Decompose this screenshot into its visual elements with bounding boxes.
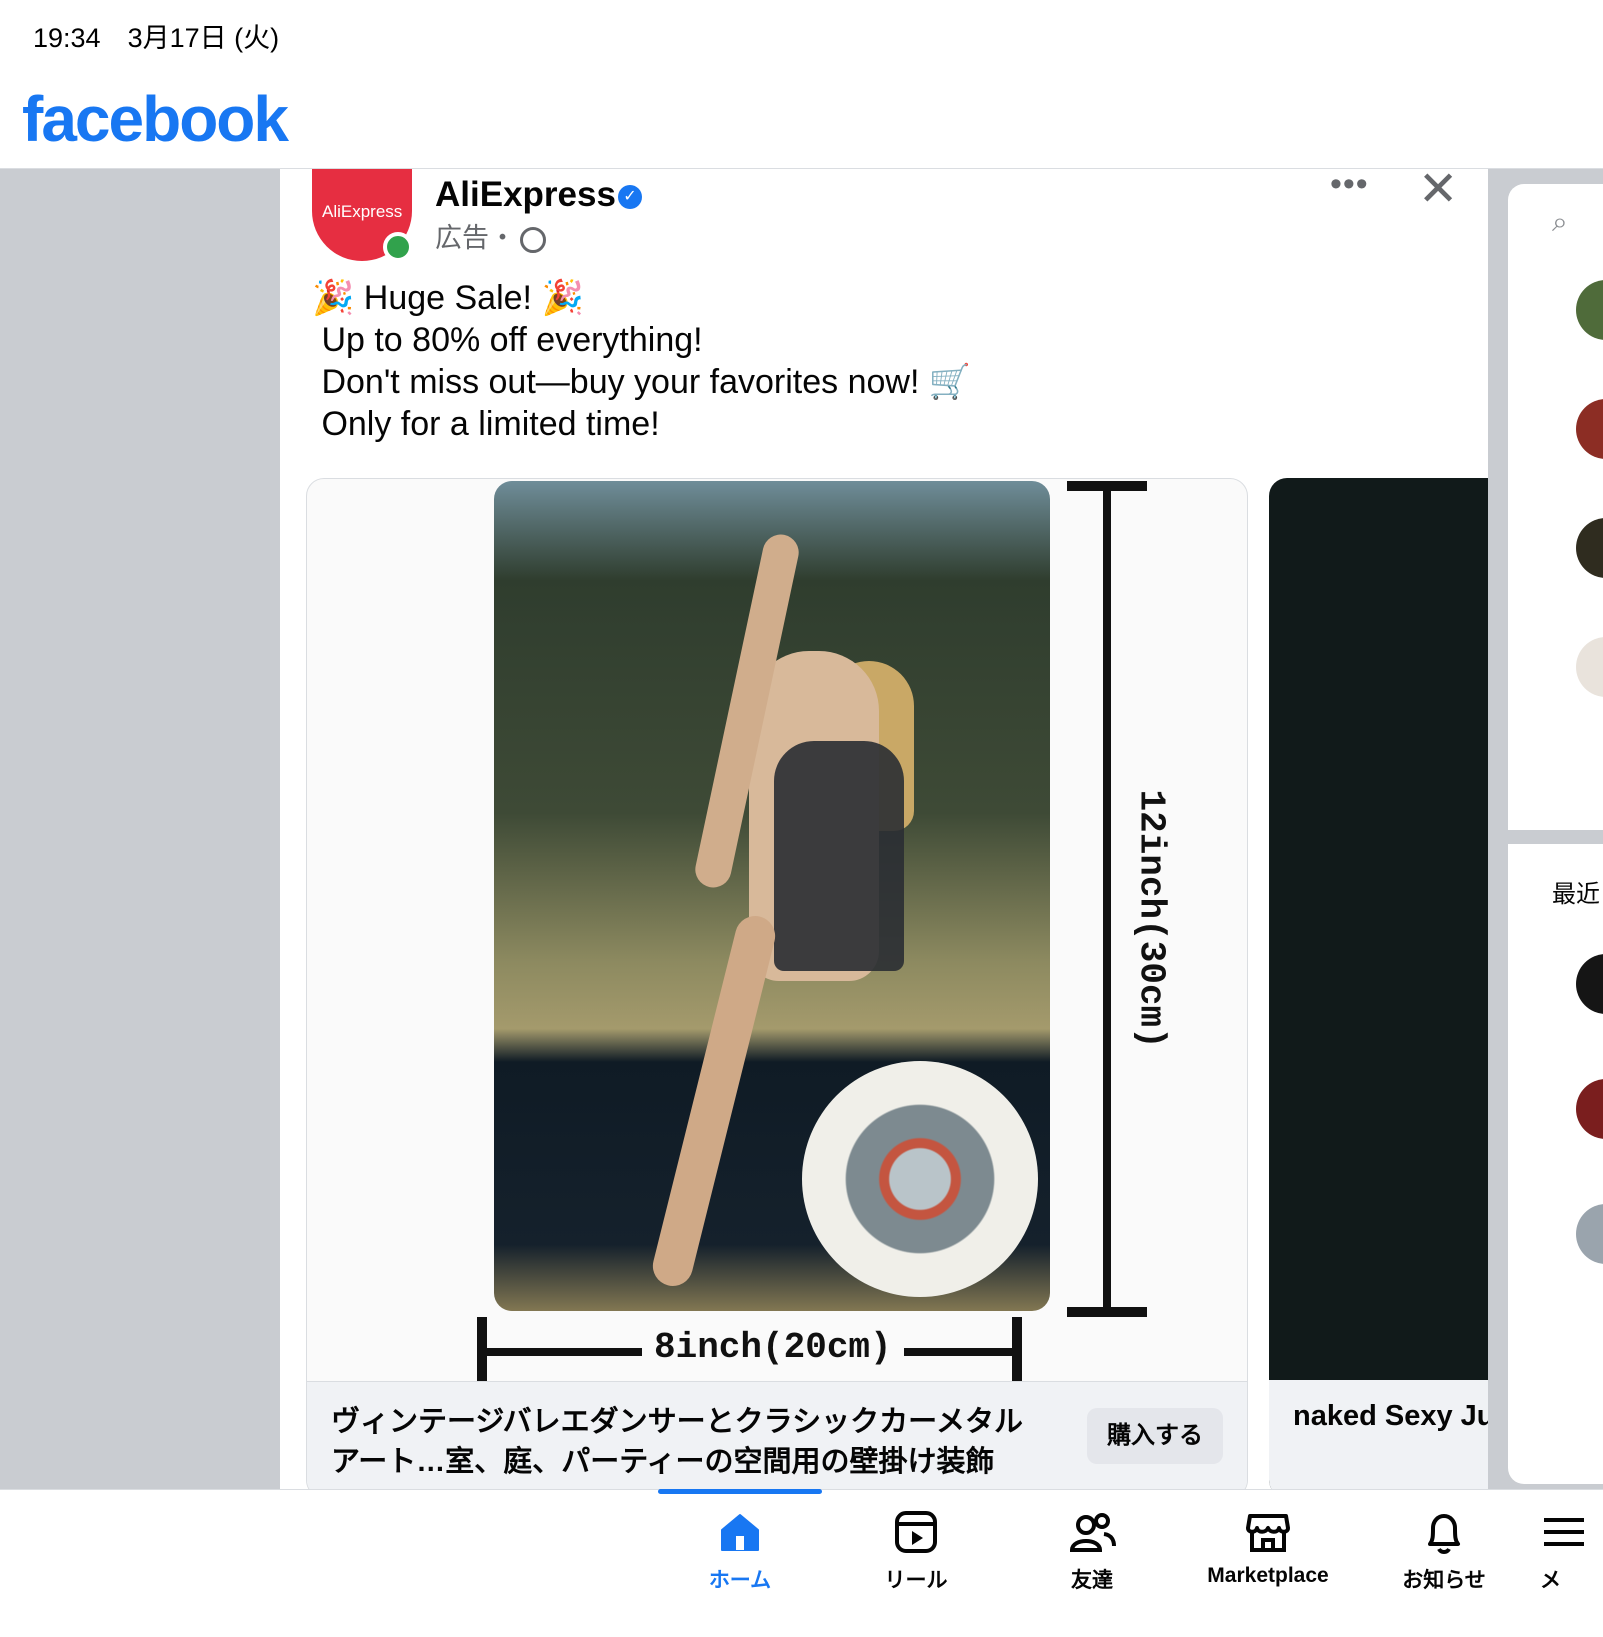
photo-car-wheel — [802, 1061, 1038, 1297]
online-indicator — [383, 232, 413, 262]
buy-button[interactable]: 購入する — [1087, 1408, 1223, 1464]
dimension-cap — [1012, 1317, 1022, 1389]
height-label: 12inch(30cm) — [1130, 789, 1172, 1049]
ad-post: AliExpress AliExpress ✓ 広告・ ••• ✕ 🎉 Huge… — [280, 169, 1488, 1489]
avatar[interactable] — [1576, 280, 1603, 340]
nav-notifications[interactable]: お知らせ — [1364, 1508, 1524, 1594]
post-text: 🎉 Huge Sale! 🎉 Up to 80% off everything!… — [312, 279, 972, 443]
card-caption-area: ヴィンテージバレエダンサーとクラシックカーメタルアート…室、庭、パーティーの空間… — [307, 1381, 1247, 1489]
avatar-logo-text: AliExpress — [322, 202, 403, 221]
verified-badge-icon: ✓ — [618, 185, 642, 209]
nav-menu[interactable]: メ — [1540, 1508, 1603, 1594]
dimension-cap — [1067, 1307, 1147, 1317]
avatar[interactable] — [1576, 1079, 1603, 1139]
avatar[interactable] — [1576, 399, 1603, 459]
height-dimension-line — [1103, 489, 1111, 1309]
nav-friends[interactable]: 友達 — [1012, 1508, 1172, 1594]
recent-label: 最近 — [1552, 881, 1600, 908]
width-label: 8inch(20cm) — [642, 1327, 904, 1368]
avatar[interactable] — [1576, 518, 1603, 578]
product-photo[interactable] — [494, 481, 1050, 1311]
nav-home[interactable]: ホーム — [660, 1508, 820, 1594]
nav-label: リール — [884, 1569, 948, 1592]
marketplace-icon — [1246, 1514, 1290, 1552]
facebook-logo[interactable]: facebook — [22, 82, 289, 156]
product-title[interactable]: ヴィンテージバレエダンサーとクラシックカーメタルアート…室、庭、パーティーの空間… — [331, 1402, 1051, 1482]
menu-icon — [1544, 1518, 1584, 1546]
product-title[interactable]: naked Sexy Ju… — [1293, 1400, 1488, 1433]
reels-icon — [895, 1511, 937, 1553]
search-icon[interactable]: ⌕ — [1552, 206, 1568, 239]
photo-standing-leg — [648, 911, 780, 1291]
post-meta: 広告・ — [435, 216, 546, 255]
right-sidebar: ⌕ 最近 — [1508, 184, 1603, 1484]
card-caption-area: naked Sexy Ju… — [1269, 1380, 1488, 1489]
nav-label: メ — [1540, 1569, 1561, 1592]
home-icon — [721, 1514, 759, 1551]
carousel-card-1[interactable]: 12inch(30cm) 8inch(20cm) ヴィンテージバレエダンサーとク… — [306, 478, 1248, 1489]
sponsored-label: 広告・ — [435, 223, 516, 253]
nav-marketplace[interactable]: Marketplace — [1188, 1508, 1348, 1588]
nav-label: Marketplace — [1207, 1564, 1329, 1587]
status-time-date: 19:34 3月17日 (火) — [33, 23, 280, 53]
globe-icon — [520, 226, 546, 253]
status-bar: 19:34 3月17日 (火) — [0, 0, 1603, 64]
avatar[interactable] — [1576, 1204, 1603, 1264]
more-options-icon[interactable]: ••• — [1330, 169, 1369, 204]
friends-icon — [1069, 1513, 1116, 1552]
bell-icon — [1428, 1514, 1460, 1554]
nav-label: ホーム — [708, 1569, 772, 1592]
bottom-nav: ホーム リール 友達 Marketplace お知らせ メ — [0, 1489, 1603, 1637]
page-name[interactable]: AliExpress — [435, 175, 616, 215]
close-icon[interactable]: ✕ — [1418, 169, 1458, 217]
avatar[interactable] — [1576, 637, 1603, 697]
nav-label: 友達 — [1071, 1569, 1113, 1592]
nav-label: お知らせ — [1402, 1569, 1486, 1592]
sidebar-divider — [1508, 830, 1603, 844]
nav-reels[interactable]: リール — [836, 1508, 996, 1594]
home-active-indicator — [658, 1489, 822, 1494]
page-avatar[interactable]: AliExpress — [312, 169, 413, 262]
carousel-card-2[interactable]: naked Sexy Ju… — [1269, 478, 1488, 1489]
top-bar: facebook — [0, 64, 1603, 169]
left-background — [0, 169, 280, 1489]
photo-dress — [774, 741, 904, 971]
avatar[interactable] — [1576, 954, 1603, 1014]
